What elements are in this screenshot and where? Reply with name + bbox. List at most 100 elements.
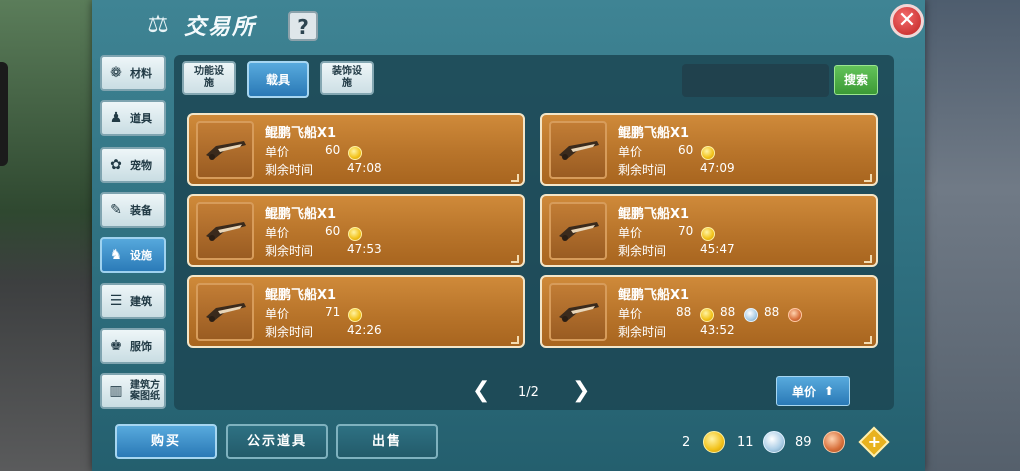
next-page-button[interactable]: ❯ — [572, 378, 591, 404]
sort-by-price-button[interactable]: 单价 ⬆ — [776, 376, 850, 406]
price-gold-value: 60 — [325, 224, 341, 238]
price-gold-value: 60 — [325, 143, 341, 157]
corner-decoration — [864, 174, 872, 182]
price-gold-value: 60 — [678, 143, 694, 157]
help-button[interactable]: ? — [288, 11, 318, 41]
gold-coin-icon — [348, 308, 362, 322]
time-label: 剩余时间 — [265, 325, 314, 339]
background-scene-right — [925, 0, 1020, 471]
copper-count: 89 — [795, 435, 812, 450]
tab-function-facility[interactable]: 功能设施 — [182, 61, 236, 95]
sidebar-item-material[interactable]: ❁ 材料 — [100, 55, 166, 91]
listing-name: 鲲鹏飞船X1 — [618, 207, 690, 222]
close-icon: ✕ — [897, 8, 917, 33]
gold-coin-icon — [348, 227, 362, 241]
sort-label: 单价 — [791, 384, 816, 399]
sidebar-item-label: 材料 — [130, 67, 152, 80]
price-label: 单价 — [265, 307, 290, 321]
time-label: 剩余时间 — [265, 163, 314, 177]
listing-card[interactable]: 鲲鹏飞船X1 单价 70 剩余时间 45:47 — [540, 194, 878, 267]
sidebar-item-facility[interactable]: ♞ 设施 — [100, 237, 166, 273]
sidebar-item-building[interactable]: ☰ 建筑 — [100, 283, 166, 319]
time-remaining: 45:47 — [700, 242, 735, 256]
tab-vehicle[interactable]: 载具 — [247, 61, 309, 98]
sidebar-item-label: 装备 — [130, 204, 152, 217]
airship-thumbnail — [549, 283, 607, 341]
airship-thumbnail — [196, 283, 254, 341]
sidebar-item-blueprint[interactable]: ▥ 建筑方 案图纸 — [100, 373, 166, 409]
gold-coin-icon — [701, 227, 715, 241]
time-remaining: 47:08 — [347, 161, 382, 175]
gold-coin-icon — [703, 431, 725, 453]
corner-decoration — [864, 336, 872, 344]
material-icon: ❁ — [110, 65, 122, 81]
airship-icon — [559, 222, 599, 241]
time-label: 剩余时间 — [265, 244, 314, 258]
listing-name: 鲲鹏飞船X1 — [618, 126, 690, 141]
search-input[interactable] — [682, 64, 829, 97]
gold-coin-icon — [348, 146, 362, 160]
silver-coin-icon — [763, 431, 785, 453]
listing-card[interactable]: 鲲鹏飞船X1 单价 71 剩余时间 42:26 — [187, 275, 525, 348]
copper-coin-icon — [823, 431, 845, 453]
price-silver-value: 88 — [720, 305, 736, 319]
title-bar: ⚖ 交易所 ? ✕ — [92, 0, 925, 50]
clothing-icon: ♚ — [109, 338, 123, 354]
price-label: 单价 — [618, 145, 643, 159]
silver-count: 11 — [737, 435, 754, 450]
price-label: 单价 — [265, 145, 290, 159]
airship-icon — [206, 303, 246, 322]
listing-card[interactable]: 鲲鹏飞船X1 单价 60 剩余时间 47:08 — [187, 113, 525, 186]
airship-thumbnail — [549, 202, 607, 260]
gold-coin-icon — [700, 308, 714, 322]
sidebar-item-item[interactable]: ♟ 道具 — [100, 100, 166, 136]
airship-icon — [559, 303, 599, 322]
corner-decoration — [511, 336, 519, 344]
add-currency-button[interactable]: + — [858, 426, 890, 458]
airship-icon — [206, 141, 246, 160]
listing-card[interactable]: 鲲鹏飞船X1 单价 88 88 88 剩余时间 43:52 — [540, 275, 878, 348]
time-remaining: 47:53 — [347, 242, 382, 256]
sidebar-item-clothing[interactable]: ♚ 服饰 — [100, 328, 166, 364]
sidebar-item-equipment[interactable]: ✎ 装备 — [100, 192, 166, 228]
price-gold-value: 88 — [676, 305, 692, 319]
price-label: 单价 — [265, 226, 290, 240]
time-remaining: 47:09 — [700, 161, 735, 175]
airship-icon — [206, 222, 246, 241]
item-icon: ♟ — [109, 110, 123, 126]
scale-icon: ⚖ — [147, 10, 169, 38]
public-items-button[interactable]: 公示道具 — [226, 424, 328, 459]
listing-name: 鲲鹏飞船X1 — [265, 288, 337, 303]
background-scene-left — [0, 0, 92, 471]
gold-coin-icon — [701, 146, 715, 160]
sidebar-item-label: 设施 — [130, 249, 152, 262]
facility-icon: ♞ — [109, 247, 123, 263]
price-gold-value: 71 — [325, 305, 341, 319]
building-icon: ☰ — [109, 293, 123, 309]
gold-count: 2 — [682, 435, 691, 450]
sidebar-item-label: 服饰 — [130, 340, 152, 353]
sell-button[interactable]: 出售 — [336, 424, 438, 459]
corner-decoration — [864, 255, 872, 263]
airship-thumbnail — [196, 202, 254, 260]
price-label: 单价 — [618, 307, 643, 321]
sidebar-item-label: 建筑方 案图纸 — [130, 380, 160, 402]
time-label: 剩余时间 — [618, 163, 667, 177]
close-button[interactable]: ✕ — [890, 4, 924, 38]
window-title: 交易所 — [184, 15, 257, 40]
price-gold-value: 70 — [678, 224, 694, 238]
chevron-right-icon: ❯ — [572, 378, 591, 403]
buy-button[interactable]: 购买 — [115, 424, 217, 459]
search-button[interactable]: 搜索 — [834, 65, 878, 95]
listing-card[interactable]: 鲲鹏飞船X1 单价 60 剩余时间 47:53 — [187, 194, 525, 267]
corner-decoration — [511, 255, 519, 263]
listing-name: 鲲鹏飞船X1 — [265, 207, 337, 222]
listing-name: 鲲鹏飞船X1 — [618, 288, 690, 303]
sidebar-item-pet[interactable]: ✿ 宠物 — [100, 147, 166, 183]
listing-card[interactable]: 鲲鹏飞船X1 单价 60 剩余时间 47:09 — [540, 113, 878, 186]
airship-thumbnail — [196, 121, 254, 179]
corner-decoration — [511, 174, 519, 182]
side-handle[interactable] — [0, 62, 8, 166]
prev-page-button[interactable]: ❮ — [472, 380, 490, 404]
tab-decoration-facility[interactable]: 装饰设施 — [320, 61, 374, 95]
